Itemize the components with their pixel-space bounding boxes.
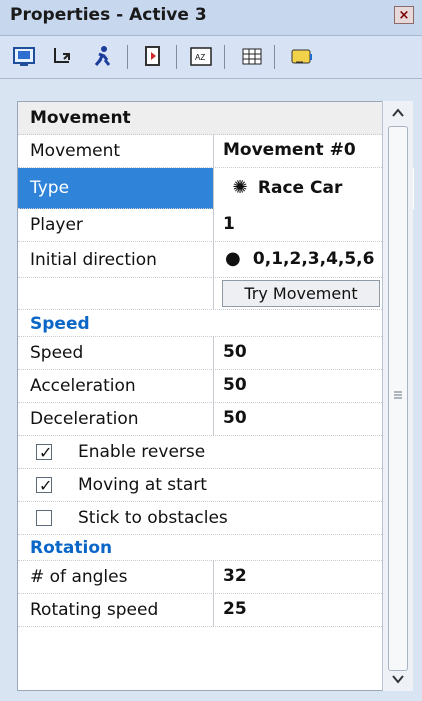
property-label: Deceleration [30, 409, 139, 429]
stick-to-obstacles-checkbox[interactable] [36, 510, 52, 526]
column-divider [213, 337, 214, 369]
column-divider [213, 370, 214, 402]
section-title: Movement [30, 108, 131, 128]
checkbox-row[interactable]: ✓ Enable reverse [18, 436, 400, 469]
scroll-down-icon[interactable] [383, 667, 413, 691]
property-row[interactable]: Speed 50 [18, 337, 400, 370]
column-divider [213, 242, 214, 277]
toolbar-separator [224, 45, 225, 69]
section-title: Speed [30, 314, 90, 334]
property-label: Initial direction [30, 250, 157, 270]
property-value: ● 0,1,2,3,4,5,6 [225, 249, 374, 269]
column-divider [213, 278, 214, 309]
enable-reverse-checkbox[interactable]: ✓ [36, 443, 53, 462]
properties-panel: Properties - Active 3 × AZ Movement Move… [0, 0, 422, 701]
section-row-speed: Speed [18, 310, 400, 337]
checkbox-label: Stick to obstacles [78, 508, 228, 528]
toolbar-separator [274, 45, 275, 69]
checkbox-row[interactable]: ✓ Moving at start [18, 469, 400, 502]
checkbox-row[interactable]: Stick to obstacles [18, 502, 400, 535]
property-value: 1 [223, 214, 235, 234]
property-label: Player [30, 215, 83, 235]
property-list: Movement Movement Movement #0 Type ✺ Rac… [17, 101, 414, 692]
column-divider [213, 209, 214, 241]
column-divider [213, 403, 214, 435]
title-bar: Properties - Active 3 × [0, 0, 422, 36]
column-divider [213, 561, 214, 593]
try-movement-row: Try Movement [18, 278, 400, 310]
checkbox-label: Enable reverse [78, 442, 206, 462]
vertical-scrollbar[interactable] [382, 101, 413, 691]
window-title: Properties - Active 3 [10, 5, 207, 25]
property-label: Rotating speed [30, 600, 159, 620]
close-icon: × [398, 8, 410, 23]
toolbar-separator [176, 45, 177, 69]
property-value: 50 [223, 342, 247, 362]
property-label: Movement [30, 141, 121, 161]
property-value: 50 [223, 375, 247, 395]
checkbox-label: Moving at start [78, 475, 207, 495]
property-value: 32 [223, 566, 247, 586]
property-label: Speed [30, 343, 84, 363]
property-row[interactable]: Movement Movement #0 [18, 135, 400, 168]
section-row-rotation: Rotation [18, 535, 400, 561]
section-title: Rotation [30, 538, 113, 558]
property-value: 50 [223, 408, 247, 428]
property-value: Movement #0 [223, 140, 356, 160]
check-icon: ✓ [39, 476, 53, 495]
scroll-up-icon[interactable] [383, 101, 413, 125]
property-label: # of angles [30, 567, 128, 587]
try-movement-button[interactable]: Try Movement [222, 280, 380, 307]
moving-at-start-checkbox[interactable]: ✓ [36, 476, 53, 495]
property-row[interactable]: Deceleration 50 [18, 403, 400, 436]
check-icon: ✓ [39, 443, 53, 462]
property-row[interactable]: Acceleration 50 [18, 370, 400, 403]
car-icon: ✺ [232, 177, 248, 198]
grid-icon[interactable] [239, 44, 265, 70]
section-row-movement: Movement [18, 102, 400, 135]
svg-text:AZ: AZ [195, 53, 205, 62]
property-row[interactable]: Rotating speed 25 [18, 594, 400, 627]
property-value: 25 [223, 599, 247, 619]
empty-area [18, 627, 400, 692]
property-label: Acceleration [30, 376, 136, 396]
document-icon[interactable] [140, 44, 166, 70]
property-label: Type [30, 178, 70, 198]
az-sort-icon[interactable]: AZ [188, 44, 214, 70]
direction-value-text: 0,1,2,3,4,5,6 [252, 249, 375, 269]
property-row[interactable]: # of angles 32 [18, 561, 400, 594]
property-row-selected[interactable]: Type ✺ Race Car [18, 168, 414, 209]
column-divider [213, 594, 214, 626]
close-button[interactable]: × [394, 6, 414, 24]
move-icon[interactable] [49, 44, 75, 70]
column-divider [213, 135, 214, 167]
property-row[interactable]: Player 1 [18, 209, 400, 242]
type-value-text: Race Car [257, 178, 343, 198]
note-icon[interactable] [289, 44, 315, 70]
scrollbar-thumb[interactable] [388, 126, 408, 671]
property-row[interactable]: Initial direction ● 0,1,2,3,4,5,6 [18, 242, 400, 278]
toolbar-separator [127, 45, 128, 69]
scroll-grip-icon [394, 391, 402, 399]
runner-icon[interactable] [89, 44, 115, 70]
direction-icon: ● [225, 248, 241, 269]
display-icon[interactable] [12, 44, 38, 70]
toolbar: AZ [0, 36, 422, 79]
